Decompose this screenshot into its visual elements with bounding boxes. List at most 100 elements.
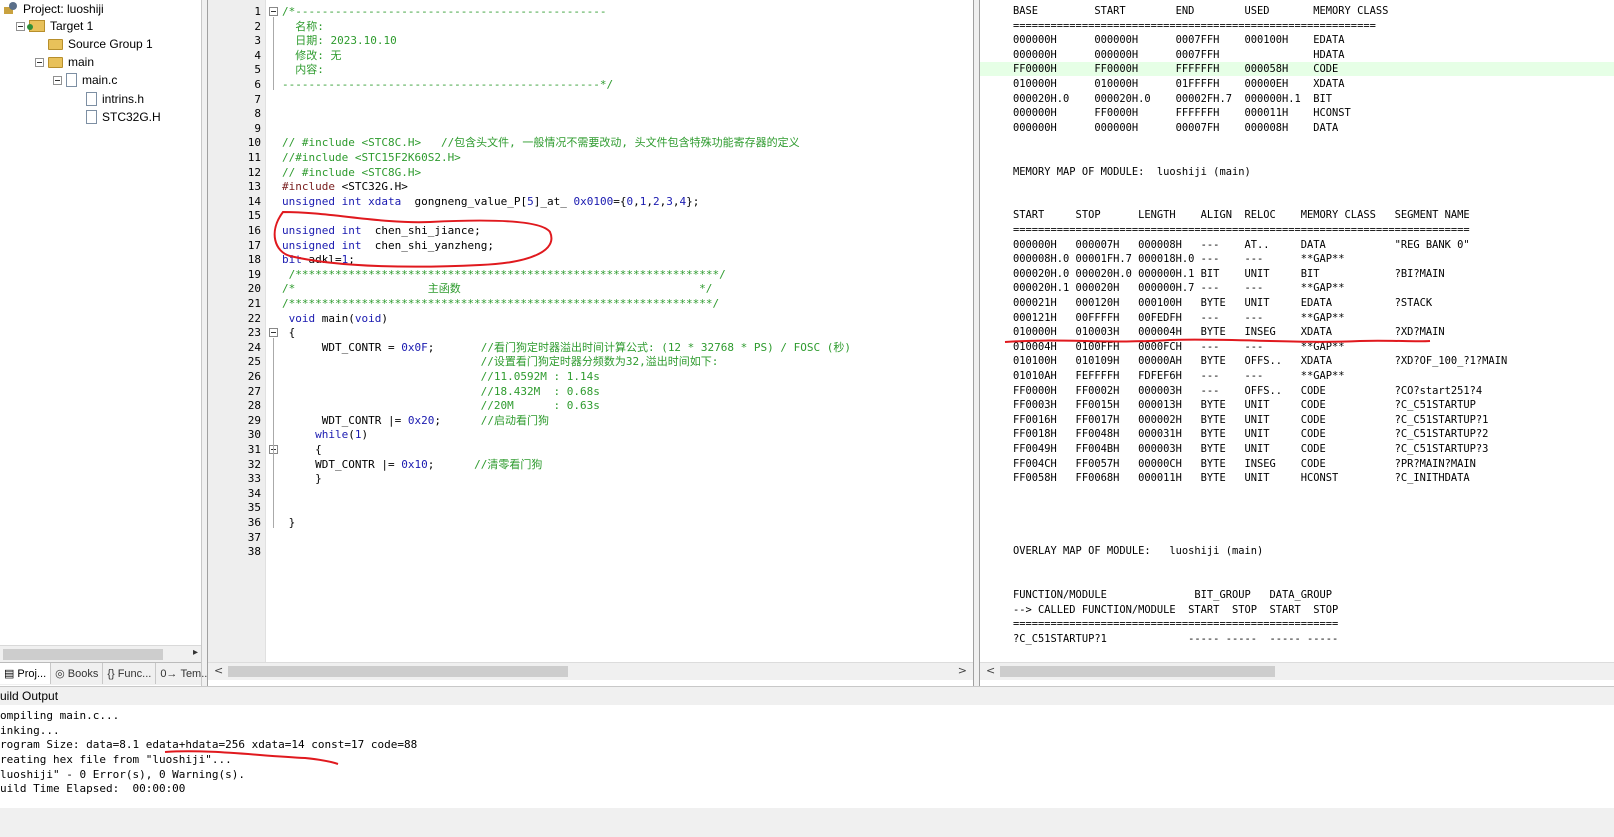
project-horizontal-scrollbar[interactable]: ▸: [0, 645, 201, 663]
tree-main-folder[interactable]: main: [35, 53, 94, 71]
scroll-thumb[interactable]: [1000, 666, 1275, 677]
code-line[interactable]: #include <STC32G.H>: [282, 180, 408, 194]
map-line[interactable]: MEMORY MAP OF MODULE: luoshiji (main): [1013, 165, 1251, 180]
tree-label: Target 1: [50, 19, 94, 33]
map-horizontal-scrollbar[interactable]: <: [980, 662, 1614, 680]
scroll-left-arrow-icon[interactable]: <: [986, 664, 995, 677]
map-line[interactable]: 000000H FF0000H FFFFFFH 000011H HCONST: [1013, 106, 1351, 121]
code-line[interactable]: 名称:: [282, 20, 324, 34]
map-line[interactable]: FF0018H FF0048H 000031H BYTE UNIT CODE ?…: [1013, 427, 1488, 442]
code-line[interactable]: //#include <STC15F2K60S2.H>: [282, 151, 461, 165]
code-line[interactable]: //18.432M : 0.68s: [282, 385, 600, 399]
fold-toggle-icon[interactable]: [269, 7, 278, 16]
tab-project[interactable]: ▤ Proj...: [0, 663, 52, 684]
collapse-toggle-icon[interactable]: [16, 21, 25, 31]
scroll-left-arrow-icon[interactable]: <: [214, 664, 223, 677]
map-line[interactable]: FF0016H FF0017H 000002H BYTE UNIT CODE ?…: [1013, 413, 1488, 428]
tab-functions[interactable]: {} Func...: [103, 663, 157, 684]
tree-source-group[interactable]: Source Group 1: [35, 35, 153, 53]
collapse-toggle-icon[interactable]: [53, 75, 62, 85]
map-line[interactable]: 000020H.1 000020H 000000H.7 --- --- **GA…: [1013, 281, 1345, 296]
code-line[interactable]: bit adkl=1;: [282, 253, 355, 267]
line-number: 21: [247, 297, 261, 310]
code-editor[interactable]: 1 2 3 4 5 6 7 8 9 10 11 12 13 14 15 16 17 18 19 20 21 22 23 24 2…: [207, 0, 974, 686]
map-line[interactable]: 000020H.0 000020H.0 000000H.1 BIT UNIT B…: [1013, 267, 1445, 282]
code-line[interactable]: }: [282, 516, 296, 530]
tree-main-c[interactable]: main.c: [53, 71, 117, 89]
map-line[interactable]: --> CALLED FUNCTION/MODULE START STOP ST…: [1013, 603, 1338, 618]
map-line[interactable]: 010000H 010003H 000004H BYTE INSEG XDATA…: [1013, 325, 1445, 340]
code-line[interactable]: //20M : 0.63s: [282, 399, 600, 413]
map-line[interactable]: 010000H 010000H 01FFFFH 00000EH XDATA: [1013, 77, 1345, 92]
line-number: 3: [254, 34, 261, 48]
map-line[interactable]: ========================================…: [1013, 19, 1376, 34]
map-line[interactable]: 000000H 000007H 000008H --- AT.. DATA "R…: [1013, 238, 1470, 253]
map-line[interactable]: 000121H 00FFFFH 00FEDFH --- --- **GAP**: [1013, 311, 1345, 326]
code-line[interactable]: unsigned int xdata gongneng_value_P[5]_a…: [282, 195, 699, 209]
code-line[interactable]: {: [282, 443, 322, 457]
code-line[interactable]: unsigned int chen_shi_yanzheng;: [282, 239, 494, 253]
code-line[interactable]: WDT_CONTR |= 0x10; //清零看门狗: [282, 458, 542, 472]
code-line[interactable]: {: [282, 326, 296, 340]
map-line[interactable]: 000021H 000120H 000100H BYTE UNIT EDATA …: [1013, 296, 1432, 311]
map-line[interactable]: 010100H 010109H 00000AH BYTE OFFS.. XDAT…: [1013, 354, 1507, 369]
line-number: 6: [254, 78, 261, 91]
code-line[interactable]: /***************************************…: [282, 297, 719, 311]
code-line[interactable]: 内容:: [282, 63, 324, 77]
map-line[interactable]: FF0000H FF0002H 000003H --- OFFS.. CODE …: [1013, 384, 1482, 399]
code-line[interactable]: /***************************************…: [282, 268, 726, 282]
build-output-line: inking...: [0, 724, 60, 737]
scroll-thumb[interactable]: [228, 666, 568, 677]
code-line[interactable]: /*--------------------------------------…: [282, 5, 607, 19]
code-line[interactable]: WDT_CONTR = 0x0F; //看门狗定时器溢出时间计算公式: (12 …: [282, 341, 851, 355]
code-line[interactable]: while(1): [282, 428, 368, 442]
tab-books[interactable]: ◎ Books: [51, 663, 104, 684]
map-line[interactable]: FF0049H FF004BH 000003H BYTE UNIT CODE ?…: [1013, 442, 1488, 457]
map-line[interactable]: BASE START END USED MEMORY CLASS: [1013, 4, 1388, 19]
code-line[interactable]: /* 主函数 */: [282, 282, 712, 296]
editor-horizontal-scrollbar[interactable]: < >: [208, 662, 973, 680]
map-line[interactable]: FF0003H FF0015H 000013H BYTE UNIT CODE ?…: [1013, 398, 1476, 413]
code-line[interactable]: // #include <STC8C.H> //包含头文件, 一般情况不需要改动…: [282, 136, 800, 150]
code-line[interactable]: WDT_CONTR |= 0x20; //启动看门狗: [282, 414, 549, 428]
scroll-thumb[interactable]: [3, 649, 163, 660]
map-line[interactable]: OVERLAY MAP OF MODULE: luoshiji (main): [1013, 544, 1263, 559]
map-line[interactable]: 01010AH FEFFFFH FDFEF6H --- --- **GAP**: [1013, 369, 1345, 384]
line-number: 25: [247, 355, 261, 369]
scroll-right-arrow-icon[interactable]: >: [958, 664, 967, 677]
tree-intrins-h[interactable]: intrins.h: [86, 90, 144, 108]
map-line[interactable]: 010004H 0100FFH 0000FCH --- --- **GAP**: [1013, 340, 1345, 355]
tree-label: Project: luoshiji: [23, 2, 104, 16]
tree-target[interactable]: Target 1: [16, 17, 93, 35]
map-line[interactable]: FF004CH FF0057H 00000CH BYTE INSEG CODE …: [1013, 457, 1476, 472]
map-line[interactable]: ========================================…: [1013, 223, 1470, 238]
tree-project-root[interactable]: Project: luoshiji: [4, 0, 104, 18]
fold-toggle-icon[interactable]: [269, 328, 278, 338]
code-line[interactable]: }: [282, 472, 322, 486]
map-line[interactable]: 000000H 000000H 00007FH 000008H DATA: [1013, 121, 1338, 136]
code-line[interactable]: ----------------------------------------…: [282, 78, 613, 92]
code-line[interactable]: // #include <STC8G.H>: [282, 166, 421, 180]
code-line[interactable]: void main(void): [282, 312, 388, 326]
tree-stc32g-h[interactable]: STC32G.H: [86, 108, 161, 126]
build-output-panel[interactable]: ompiling main.c... inking... rogram Size…: [0, 705, 1614, 808]
scroll-right-arrow-icon[interactable]: ▸: [193, 647, 198, 658]
map-line[interactable]: FF0000H FF0000H FFFFFFH 000058H CODE: [1013, 62, 1338, 77]
code-line[interactable]: 日期: 2023.10.10: [282, 34, 396, 48]
map-line[interactable]: 000020H.0 000020H.0 00002FH.7 000000H.1 …: [1013, 92, 1332, 107]
map-line[interactable]: 000000H 000000H 0007FFH 000100H EDATA: [1013, 33, 1345, 48]
line-number: 35: [247, 501, 261, 515]
map-line[interactable]: 000000H 000000H 0007FFH HDATA: [1013, 48, 1345, 63]
map-line[interactable]: ========================================…: [1013, 617, 1338, 632]
map-line[interactable]: ?C_C51STARTUP?1 ----- ----- ----- -----: [1013, 632, 1338, 647]
map-line[interactable]: FUNCTION/MODULE BIT_GROUP DATA_GROUP: [1013, 588, 1332, 603]
code-line[interactable]: //11.0592M : 1.14s: [282, 370, 600, 384]
map-file-view[interactable]: BASE START END USED MEMORY CLASS ========…: [979, 0, 1614, 686]
code-line[interactable]: //设置看门狗定时器分频数为32,溢出时间如下:: [282, 355, 719, 369]
map-line[interactable]: START STOP LENGTH ALIGN RELOC MEMORY CLA…: [1013, 208, 1470, 223]
map-line[interactable]: 000008H.0 00001FH.7 000018H.0 --- --- **…: [1013, 252, 1345, 267]
code-line[interactable]: unsigned int chen_shi_jiance;: [282, 224, 481, 238]
map-line[interactable]: FF0058H FF0068H 000011H BYTE UNIT HCONST…: [1013, 471, 1470, 486]
collapse-toggle-icon[interactable]: [35, 57, 44, 67]
code-line[interactable]: 修改: 无: [282, 49, 341, 63]
